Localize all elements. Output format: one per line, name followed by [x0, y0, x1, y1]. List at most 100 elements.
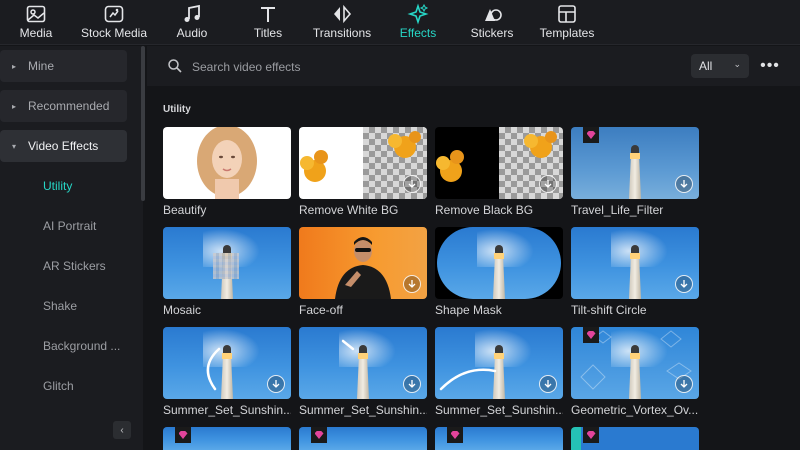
tab-audio-label: Audio [176, 26, 208, 40]
effect-thumbnail [435, 427, 563, 450]
effect-name: Mosaic [163, 303, 202, 317]
chevron-right-icon: ▸ [11, 101, 16, 111]
filter-dropdown[interactable]: All ⌄ [691, 54, 749, 78]
effect-name: Travel_Life_Filter [571, 203, 664, 217]
lighthouse-image [629, 245, 641, 299]
sidebar-item-label: Video Effects [28, 139, 99, 153]
effect-card[interactable]: Geometric_Vortex_Ov... [571, 327, 699, 417]
effect-card[interactable]: Shape Mask [435, 227, 563, 317]
effect-thumbnail [299, 427, 427, 450]
effect-name: Remove Black BG [435, 203, 534, 217]
effect-thumbnail [163, 427, 291, 450]
effect-name: Geometric_Vortex_Ov... [571, 403, 699, 417]
effect-card[interactable]: Remove Black BG [435, 127, 563, 217]
effect-card[interactable] [435, 427, 563, 450]
templates-icon [555, 2, 579, 26]
download-icon[interactable] [267, 375, 285, 393]
sidebar-item-label: Mine [28, 59, 55, 73]
download-icon[interactable] [403, 375, 421, 393]
tab-stickers-label: Stickers [470, 26, 514, 40]
effects-sparkle-icon [406, 2, 430, 26]
lighthouse-image [629, 145, 641, 199]
chevron-right-icon: ▸ [11, 61, 16, 71]
tab-media-label: Media [19, 26, 53, 40]
tab-effects[interactable]: Effects [396, 0, 440, 45]
shape-mask-ellipse [437, 227, 561, 299]
premium-gem-icon [583, 427, 599, 443]
filter-value: All [699, 59, 713, 73]
lighthouse-image [493, 245, 505, 299]
sidebar-subitem-utility[interactable]: Utility [43, 179, 72, 193]
effect-name: Summer_Set_Sunshin... [435, 403, 563, 417]
effect-thumbnail [299, 227, 427, 299]
stickers-icon [480, 2, 504, 26]
effect-thumbnail [163, 127, 291, 199]
effect-name: Remove White BG [299, 203, 399, 217]
sidebar: ▸ Mine ▸ Recommended ▾ Video Effects Uti… [0, 46, 143, 450]
download-icon[interactable] [403, 275, 421, 293]
download-icon[interactable] [675, 375, 693, 393]
audio-note-icon [180, 2, 204, 26]
sidebar-scrollbar[interactable] [141, 46, 145, 201]
effect-thumbnail [571, 327, 699, 399]
effect-card[interactable]: Mosaic [163, 227, 291, 317]
effect-card[interactable]: Summer_Set_Sunshin... [435, 327, 563, 417]
search-icon [168, 59, 182, 73]
download-icon[interactable] [675, 275, 693, 293]
effect-thumbnail [163, 327, 291, 399]
sidebar-subitem-ai-portrait[interactable]: AI Portrait [43, 219, 96, 233]
titles-t-icon [256, 2, 280, 26]
tab-effects-label: Effects [399, 26, 437, 40]
sidebar-subitem-ar-stickers[interactable]: AR Stickers [43, 259, 106, 273]
effect-name: Face-off [299, 303, 343, 317]
chevron-down-icon: ▾ [11, 141, 16, 151]
premium-gem-icon [311, 427, 327, 443]
effect-card[interactable]: Beautify [163, 127, 291, 217]
sidebar-item-mine[interactable]: ▸ Mine [0, 50, 127, 82]
more-options-button[interactable]: ••• [760, 54, 780, 78]
sidebar-item-video-effects[interactable]: ▾ Video Effects [0, 130, 127, 162]
effect-thumbnail [571, 427, 699, 450]
effect-card[interactable] [299, 427, 427, 450]
effect-thumbnail [299, 327, 427, 399]
sidebar-subitem-shake[interactable]: Shake [43, 299, 77, 313]
effect-card[interactable]: Face-off [299, 227, 427, 317]
download-icon[interactable] [539, 175, 557, 193]
sidebar-subitem-glitch[interactable]: Glitch [43, 379, 74, 393]
effect-card[interactable]: Remove White BG [299, 127, 427, 217]
effect-thumbnail [571, 227, 699, 299]
effect-card[interactable] [163, 427, 291, 450]
tab-stock-media[interactable]: Stock Media [80, 0, 148, 45]
premium-gem-icon [175, 427, 191, 443]
tab-transitions[interactable]: Transitions [311, 0, 373, 45]
tab-templates[interactable]: Templates [538, 0, 596, 45]
tab-audio[interactable]: Audio [170, 0, 214, 45]
download-icon[interactable] [403, 175, 421, 193]
tab-titles-label: Titles [253, 26, 283, 40]
effect-card[interactable]: Summer_Set_Sunshin... [299, 327, 427, 417]
sidebar-item-recommended[interactable]: ▸ Recommended [0, 90, 127, 122]
tab-titles[interactable]: Titles [246, 0, 290, 45]
download-icon[interactable] [675, 175, 693, 193]
tab-stickers[interactable]: Stickers [470, 0, 514, 45]
media-icon [24, 2, 48, 26]
tab-stock-media-label: Stock Media [80, 26, 148, 40]
effect-name: Beautify [163, 203, 207, 217]
effect-card[interactable]: Travel_Life_Filter [571, 127, 699, 217]
effect-card[interactable]: Tilt-shift Circle [571, 227, 699, 317]
sidebar-subitem-background[interactable]: Background ... [43, 339, 120, 353]
search-input[interactable] [192, 57, 612, 77]
mosaic-block [213, 253, 239, 279]
chevron-down-icon: ⌄ [733, 59, 741, 69]
effect-thumbnail [435, 127, 563, 199]
effect-name: Summer_Set_Sunshin... [163, 403, 291, 417]
effects-panel: All ⌄ ••• Utility Beautify [147, 46, 800, 450]
effect-name: Shape Mask [435, 303, 502, 317]
section-title: Utility [163, 104, 191, 115]
collapse-sidebar-button[interactable]: ‹ [113, 421, 131, 439]
effect-card[interactable] [571, 427, 699, 450]
effect-card[interactable]: Summer_Set_Sunshin... [163, 327, 291, 417]
effect-thumbnail [163, 227, 291, 299]
download-icon[interactable] [539, 375, 557, 393]
tab-media[interactable]: Media [14, 0, 58, 45]
